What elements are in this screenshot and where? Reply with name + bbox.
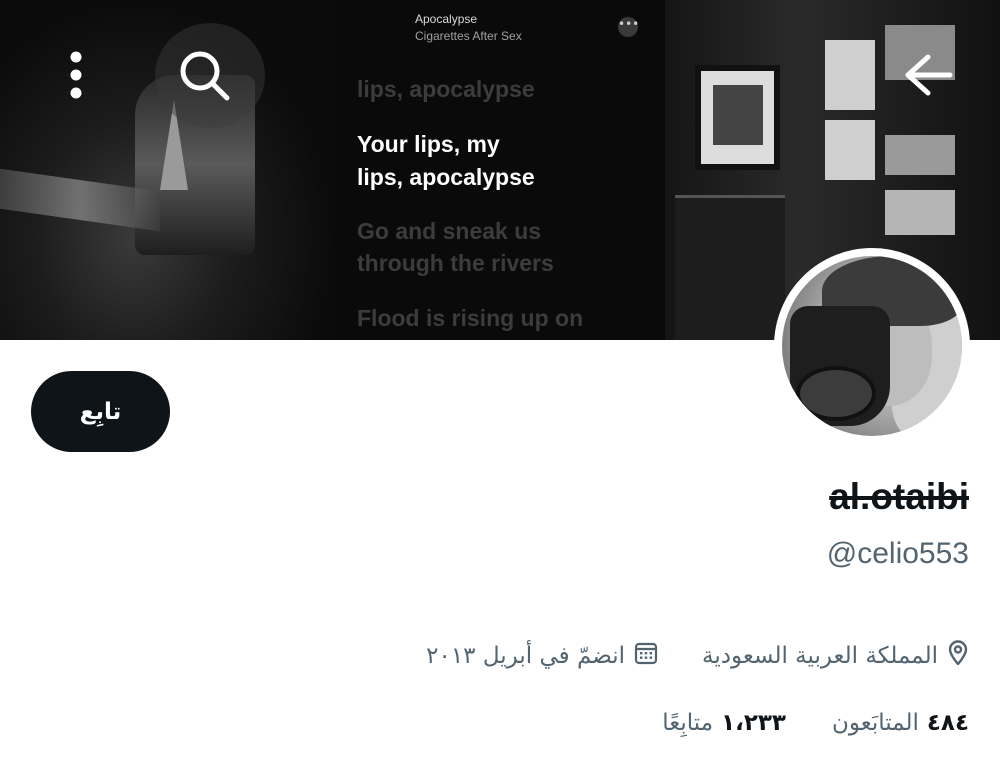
song-artist: Cigarettes After Sex <box>415 29 522 43</box>
search-button[interactable] <box>176 49 232 105</box>
lyric-line: lips, apocalypse <box>357 76 535 102</box>
arrow-right-icon <box>904 53 954 101</box>
calendar-icon <box>634 641 658 671</box>
search-icon <box>176 47 232 107</box>
back-button[interactable] <box>901 49 957 105</box>
lyric-line: Flood is rising up on <box>357 305 584 331</box>
profile-meta: المملكة العربية السعودية انضمّ في أبريل … <box>426 640 969 672</box>
followers-count[interactable]: ٤٨٤ <box>927 710 969 736</box>
shelf <box>885 135 955 175</box>
lyric-line: lips, apocalypse <box>357 164 535 190</box>
more-button[interactable] <box>48 49 104 105</box>
song-title: Apocalypse <box>415 12 478 26</box>
more-vertical-icon <box>68 49 84 105</box>
avatar[interactable] <box>774 248 970 444</box>
shelf <box>825 120 875 180</box>
following-label[interactable]: متابِعًا <box>662 710 713 736</box>
joined-item: انضمّ في أبريل ٢٠١٣ <box>426 641 658 671</box>
joined-date-text: انضمّ في أبريل ٢٠١٣ <box>426 643 625 669</box>
lyric-line: Go and sneak us <box>357 218 542 244</box>
username-handle: @celio553 <box>826 537 969 570</box>
lyric-line: Your lips, my <box>357 131 500 157</box>
shelf <box>885 190 955 235</box>
location-pin-icon <box>947 640 969 672</box>
avatar-photo <box>782 256 962 436</box>
picture-frame <box>695 65 780 170</box>
location-text: المملكة العربية السعودية <box>702 643 938 669</box>
follow-stats: ٤٨٤ المتابَعون ١،٢٣٣ متابِعًا <box>662 710 969 736</box>
followers-label[interactable]: المتابَعون <box>832 710 919 736</box>
location-item: المملكة العربية السعودية <box>702 640 969 672</box>
cabinet <box>675 195 785 340</box>
lyric-line: through the rivers <box>357 250 554 276</box>
following-count[interactable]: ١،٢٣٣ <box>721 710 786 736</box>
shelf <box>825 40 875 110</box>
more-dots-icon: ••• <box>618 17 639 37</box>
banner-lyrics-panel: Apocalypse Cigarettes After Sex ••• lips… <box>335 0 665 340</box>
follow-button[interactable]: تابِع <box>31 371 170 452</box>
display-name: al.otaibi <box>829 476 969 517</box>
